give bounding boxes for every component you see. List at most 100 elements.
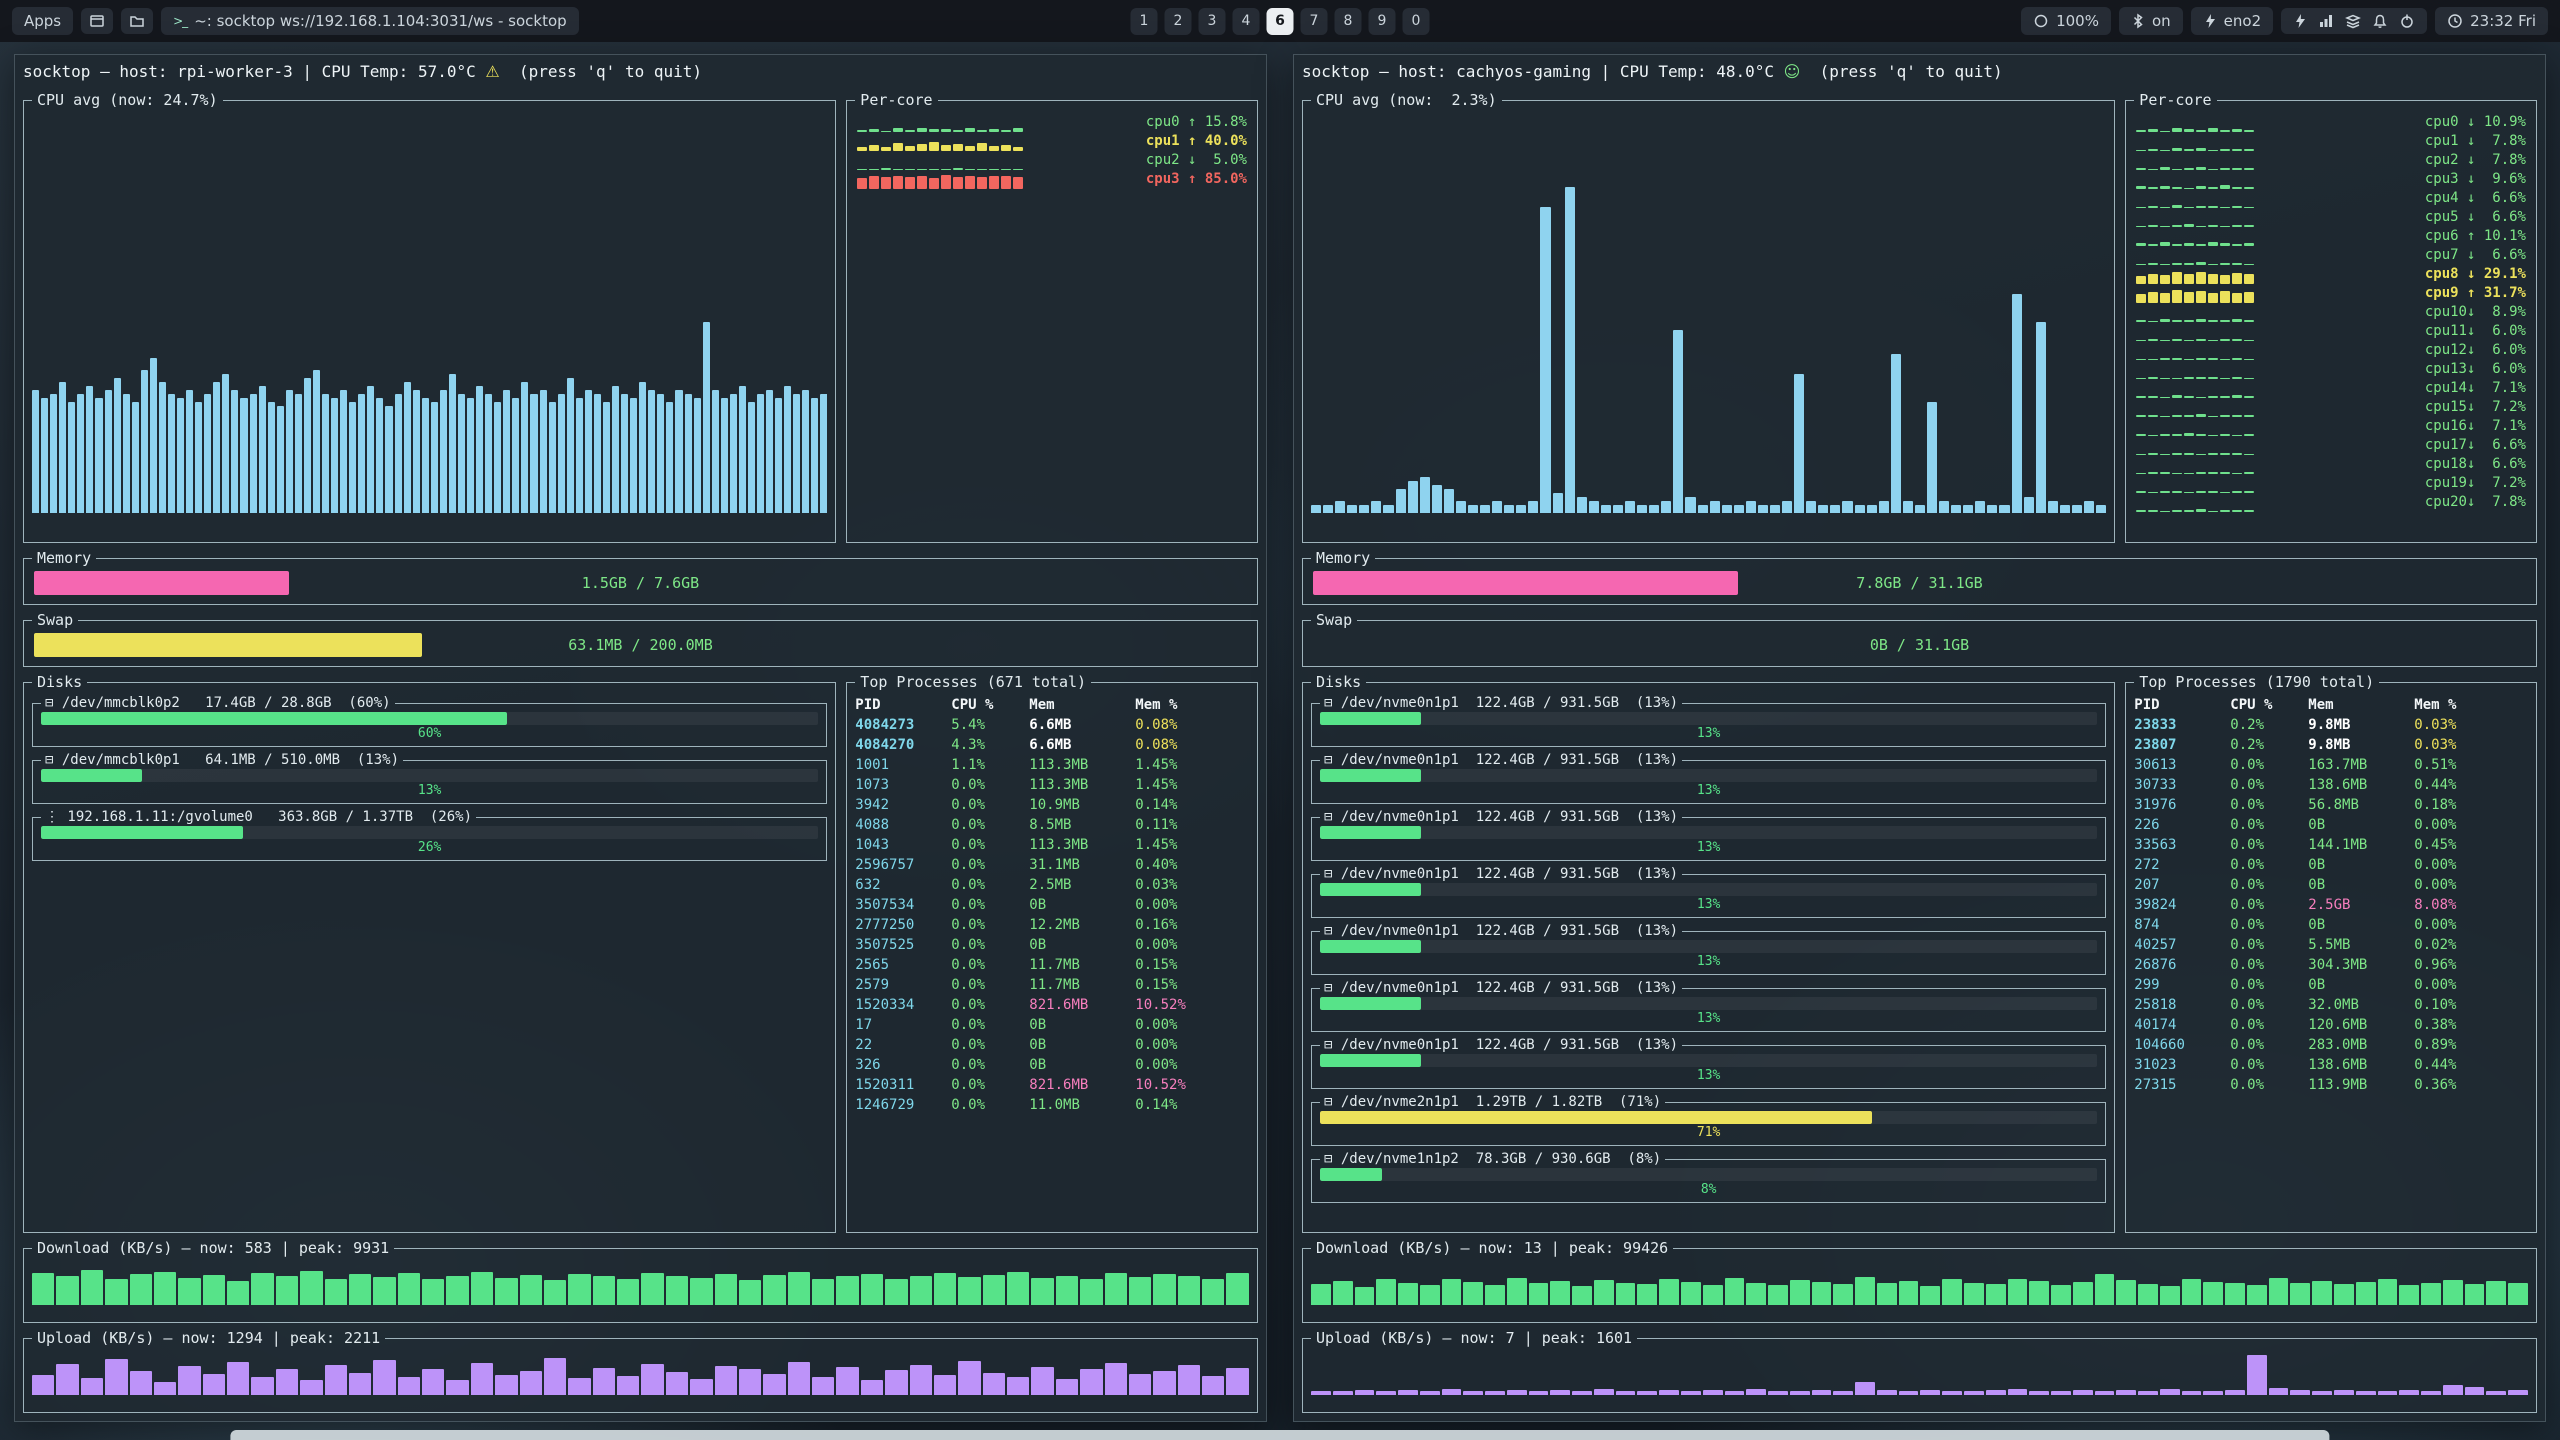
workspace-6[interactable]: 6 (1267, 8, 1294, 35)
process-row[interactable]: 25650.0%11.7MB0.15% (855, 955, 1249, 975)
workspace-4[interactable]: 4 (1233, 8, 1260, 35)
workspace-2[interactable]: 2 (1165, 8, 1192, 35)
system-tray[interactable] (2281, 8, 2427, 34)
spark-bar (857, 169, 867, 170)
process-row[interactable]: 25967570.0%31.1MB0.40% (855, 855, 1249, 875)
chart-bar (81, 1270, 103, 1305)
process-row[interactable]: 39420.0%10.9MB0.14% (855, 795, 1249, 815)
process-row[interactable]: 307330.0%138.6MB0.44% (2134, 775, 2528, 795)
process-row[interactable]: 238070.2%9.8MB0.03% (2134, 735, 2528, 755)
col-cpu: 0.0% (2230, 895, 2308, 915)
chart-bar (1734, 505, 1744, 513)
terminal-window-right[interactable]: socktop — host: cachyos-gaming | CPU Tem… (1293, 54, 2546, 1422)
terminal-window-left[interactable]: socktop — host: rpi-worker-3 | CPU Temp:… (14, 54, 1267, 1422)
chart-bar (130, 1274, 152, 1305)
apps-button[interactable]: Apps (12, 7, 73, 35)
spark-bar (2136, 186, 2146, 189)
chart-bar (398, 1377, 420, 1395)
disk-label: ⊟ /dev/mmcblk0p1 64.1MB / 510.0MB (13%) (41, 752, 403, 768)
process-row[interactable]: 170.0%0B0.00% (855, 1015, 1249, 1035)
col-mem: 0B (1029, 895, 1135, 915)
window-list-button[interactable] (81, 8, 113, 34)
chart-bar (2182, 1391, 2202, 1395)
workspace-0[interactable]: 0 (1403, 8, 1430, 35)
process-row[interactable]: 27772500.0%12.2MB0.16% (855, 915, 1249, 935)
workspace-8[interactable]: 8 (1335, 8, 1362, 35)
spark-bar (2172, 491, 2182, 493)
process-row[interactable]: 15203110.0%821.6MB10.52% (855, 1075, 1249, 1095)
core-row: cpu0 ↓ 10.9% (2134, 113, 2528, 132)
chart-bar (227, 1362, 249, 1395)
layers-icon (2345, 13, 2361, 29)
process-row[interactable]: 35075250.0%0B0.00% (855, 935, 1249, 955)
battery-indicator[interactable]: 100% (2021, 7, 2111, 35)
process-row[interactable]: 10730.0%113.3MB1.45% (855, 775, 1249, 795)
spark-bar (2208, 396, 2218, 398)
process-row[interactable]: 2260.0%0B0.00% (2134, 815, 2528, 835)
bluetooth-indicator[interactable]: on (2119, 7, 2183, 35)
chart-bar (576, 398, 583, 513)
workspace-7[interactable]: 7 (1301, 8, 1328, 35)
terminal-tab[interactable]: >_ ~: socktop ws://192.168.1.104:3031/ws… (161, 7, 579, 35)
process-row[interactable]: 2720.0%0B0.00% (2134, 855, 2528, 875)
process-row[interactable]: 8740.0%0B0.00% (2134, 915, 2528, 935)
spark-bar (2196, 319, 2206, 322)
workspace-1[interactable]: 1 (1131, 8, 1158, 35)
chart-bar (983, 1373, 1005, 1395)
col-pid: 4084273 (855, 715, 951, 735)
chart-bar (1129, 1277, 1151, 1305)
process-row[interactable]: 12467290.0%11.0MB0.14% (855, 1095, 1249, 1115)
chart-bar (690, 1278, 712, 1305)
process-row[interactable]: 35075340.0%0B0.00% (855, 895, 1249, 915)
spark-bar (857, 130, 867, 132)
chart-bar (2356, 1391, 2376, 1395)
chart-bar (398, 1273, 420, 1305)
process-row[interactable]: 15203340.0%821.6MB10.52% (855, 995, 1249, 1015)
process-row[interactable]: 40842704.3%6.6MB0.08% (855, 735, 1249, 755)
process-row[interactable]: 273150.0%113.9MB0.36% (2134, 1075, 2528, 1095)
process-row[interactable]: 220.0%0B0.00% (855, 1035, 1249, 1055)
process-row[interactable]: 335630.0%144.1MB0.45% (2134, 835, 2528, 855)
network-indicator[interactable]: eno2 (2191, 7, 2273, 35)
clock-indicator[interactable]: 23:32 Fri (2435, 7, 2548, 35)
chart-bar (358, 394, 365, 513)
process-row[interactable]: 238330.2%9.8MB0.03% (2134, 715, 2528, 735)
files-button[interactable] (121, 8, 153, 34)
process-row[interactable]: 40880.0%8.5MB0.11% (855, 815, 1249, 835)
workspace-3[interactable]: 3 (1199, 8, 1226, 35)
chart-bar (712, 390, 719, 513)
cpu-avg-title: CPU avg (now: 24.7%) (32, 91, 223, 109)
spark-bar (2160, 416, 2170, 417)
chart-bar (349, 1274, 371, 1305)
chart-bar (1616, 1391, 1636, 1395)
process-row[interactable]: 268760.0%304.3MB0.96% (2134, 955, 2528, 975)
chart-bar (1830, 505, 1840, 513)
process-row[interactable]: 319760.0%56.8MB0.18% (2134, 795, 2528, 815)
upload-chart (32, 1351, 1249, 1395)
process-row[interactable]: 402570.0%5.5MB0.02% (2134, 935, 2528, 955)
process-row[interactable]: 2990.0%0B0.00% (2134, 975, 2528, 995)
process-row[interactable]: 398240.0%2.5GB8.08% (2134, 895, 2528, 915)
dock[interactable] (230, 1430, 2329, 1440)
process-row[interactable]: 258180.0%32.0MB0.10% (2134, 995, 2528, 1015)
process-row[interactable]: 40842735.4%6.6MB0.08% (855, 715, 1249, 735)
process-row[interactable]: 6320.0%2.5MB0.03% (855, 875, 1249, 895)
process-row[interactable]: 401740.0%120.6MB0.38% (2134, 1015, 2528, 1035)
download-panel: Download (KB/s) — now: 13 | peak: 99426 (1302, 1239, 2537, 1323)
cpu-avg-panel: CPU avg (now: 2.3%) (1302, 91, 2115, 543)
spark-bar (2244, 225, 2254, 227)
process-row[interactable]: 1046600.0%283.0MB0.89% (2134, 1035, 2528, 1055)
chart-bar (503, 390, 510, 513)
process-row[interactable]: 306130.0%163.7MB0.51% (2134, 755, 2528, 775)
process-row[interactable]: 25790.0%11.7MB0.15% (855, 975, 1249, 995)
spark-bar (2196, 434, 2206, 436)
spark-bar (2196, 167, 2206, 170)
process-row[interactable]: 10430.0%113.3MB1.45% (855, 835, 1249, 855)
process-row[interactable]: 2070.0%0B0.00% (2134, 875, 2528, 895)
process-row[interactable]: 3260.0%0B0.00% (855, 1055, 1249, 1075)
process-row[interactable]: 310230.0%138.6MB0.44% (2134, 1055, 2528, 1075)
chart-bar (1703, 1285, 1723, 1305)
process-row[interactable]: 10011.1%113.3MB1.45% (855, 755, 1249, 775)
chart-bar (690, 1379, 712, 1395)
workspace-9[interactable]: 9 (1369, 8, 1396, 35)
